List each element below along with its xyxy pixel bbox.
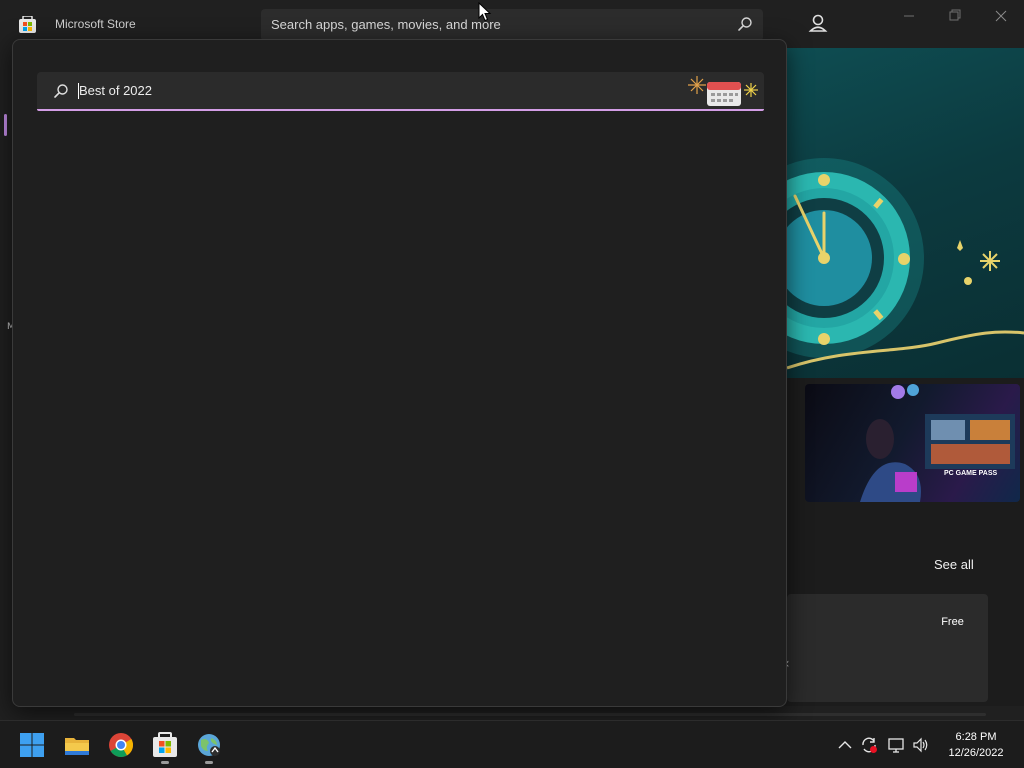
close-button[interactable] xyxy=(985,8,1017,28)
search-flyout xyxy=(12,39,787,707)
search-placeholder: Search apps, games, movies, and more xyxy=(271,17,501,32)
minimize-button[interactable] xyxy=(893,8,925,28)
screen: M PC GAME PASS See all Free Microsoft St… xyxy=(0,0,1024,768)
app-title: Microsoft Store xyxy=(55,17,136,31)
search-icon[interactable] xyxy=(737,16,753,32)
web-browser-icon[interactable] xyxy=(195,731,223,759)
clock-illustration xyxy=(787,158,1024,370)
running-app-indicator xyxy=(205,761,213,764)
game-pass-artwork xyxy=(860,384,1015,502)
microsoft-store-icon[interactable] xyxy=(151,731,179,759)
game-pass-label: PC GAME PASS xyxy=(944,470,998,477)
volume-icon[interactable] xyxy=(912,736,930,754)
game-pass-card[interactable]: PC GAME PASS xyxy=(805,384,1020,502)
mouse-cursor-icon xyxy=(478,2,492,22)
search-box[interactable]: Search apps, games, movies, and more xyxy=(261,9,763,41)
network-icon[interactable] xyxy=(887,736,905,754)
new-year-calendar-icon xyxy=(688,76,758,106)
restore-button[interactable] xyxy=(938,8,970,28)
text-caret xyxy=(78,83,79,99)
sync-icon[interactable] xyxy=(860,736,878,754)
price-badge: Free xyxy=(941,616,964,628)
active-app-indicator xyxy=(161,761,169,764)
flyout-search-box[interactable] xyxy=(37,72,764,111)
horizontal-scrollbar[interactable] xyxy=(74,713,986,716)
windows-start-icon[interactable] xyxy=(18,731,46,759)
chrome-icon[interactable] xyxy=(107,731,135,759)
file-explorer-icon[interactable] xyxy=(63,731,91,759)
system-clock[interactable]: 6:28 PM 12/26/2022 xyxy=(940,729,1012,761)
microsoft-store-logo-icon xyxy=(19,16,36,33)
flyout-search-input[interactable] xyxy=(79,72,679,109)
clock-date: 12/26/2022 xyxy=(948,747,1004,759)
search-icon xyxy=(54,84,68,98)
account-button[interactable] xyxy=(802,8,834,40)
see-all-link[interactable]: See all xyxy=(934,557,974,572)
chevron-up-icon[interactable] xyxy=(836,736,854,754)
user-icon xyxy=(808,14,828,32)
taskbar: 6:28 PM 12/26/2022 xyxy=(0,720,1024,768)
nav-selection-indicator xyxy=(4,114,7,136)
hero-banner[interactable] xyxy=(787,48,1024,378)
clock-time: 6:28 PM xyxy=(955,731,997,743)
